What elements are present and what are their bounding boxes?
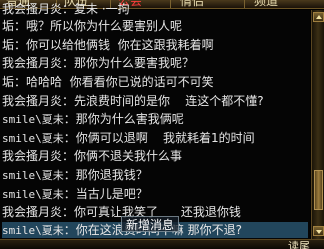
chat-text: ：那你为什么要害我呢？ — [62, 56, 195, 70]
chat-text: ：哈哈哈 你看看你已说的话可不可笑 — [14, 75, 214, 89]
chat-message: 垢：你可以给他俩钱 你在这跟我耗着啊 — [2, 37, 308, 53]
chat-speaker[interactable]: smile\夏未 — [2, 132, 64, 145]
chat-text: ：当古儿是吧？ — [63, 187, 148, 201]
chat-message: smile\夏未：那你为什么害我俩呢 — [2, 111, 308, 127]
bottom-bar-button[interactable]: 读尾 — [288, 241, 310, 249]
chat-text: ：那你为什么害我俩呢 — [63, 112, 184, 126]
chat-text: ：哦？所以你为什么要害别人呢 — [14, 19, 183, 33]
chat-speaker[interactable]: smile\夏未 — [2, 113, 64, 126]
scroll-thumb[interactable] — [314, 170, 323, 210]
chat-speaker[interactable]: 垢 — [2, 38, 14, 52]
chat-message: smile\夏未：当古儿是吧？ — [2, 186, 308, 202]
chat-log[interactable]: 我会搔月炎：复未 ·一拘 垢：哦？所以你为什么要害别人呢 垢：你可以给他俩钱 你… — [0, 2, 310, 239]
chat-speaker[interactable]: 我会搔月炎 — [2, 205, 62, 219]
chat-speaker[interactable]: smile\夏未 — [2, 224, 64, 237]
chat-message: smile\夏未：你俩可以退啊 我就耗着1的时间 — [2, 130, 308, 146]
chat-message: 我会搔月炎：复未 ·一拘 — [2, 1, 308, 17]
chat-message: smile\夏未：那你退我钱？ — [2, 167, 308, 183]
chat-message: 垢：哦？所以你为什么要害别人呢 — [2, 18, 308, 34]
chat-speaker[interactable]: smile\夏未 — [2, 188, 64, 201]
chat-text: ：那你退我钱？ — [63, 168, 148, 182]
chat-speaker[interactable]: 我会搔月炎 — [2, 2, 62, 16]
chat-speaker[interactable]: 垢 — [2, 19, 14, 33]
chat-speaker[interactable]: 我会搔月炎 — [2, 94, 62, 108]
chat-message: 我会搔月炎：那你为什么要害我呢？ — [2, 55, 308, 71]
chat-text: ：先浪费时间的是你 连这个都不懂? — [62, 94, 264, 108]
scroll-down-arrow-icon[interactable] — [313, 226, 324, 236]
chat-speaker[interactable]: 我会搔月炎 — [2, 149, 62, 163]
chat-speaker[interactable]: smile\夏未 — [2, 169, 64, 182]
chat-text: ：复未 ·一拘 — [62, 2, 130, 16]
chat-message: 垢：哈哈哈 你看看你已说的话可不可笑 — [2, 74, 308, 90]
chat-bottom-bar: 读尾 — [0, 239, 324, 249]
chat-message: 我会搔月炎：先浪费时间的是你 连这个都不懂? — [2, 93, 308, 109]
chat-message: 我会搔月炎：你俩不退关我什么事 — [2, 148, 308, 164]
chat-text: ：你俩不退关我什么事 — [62, 149, 183, 163]
chat-text: ：你俩可以退啊 我就耗着1的时间 — [63, 131, 255, 145]
chat-speaker[interactable]: 垢 — [2, 75, 14, 89]
chat-text: ：你可以给他俩钱 你在这跟我耗着啊 — [14, 38, 214, 52]
chat-scrollbar[interactable] — [311, 10, 324, 239]
scroll-up-arrow-icon[interactable] — [313, 12, 324, 22]
new-message-button[interactable]: 新增消息 — [121, 216, 180, 232]
chat-speaker[interactable]: 我会搔月炎 — [2, 56, 62, 70]
